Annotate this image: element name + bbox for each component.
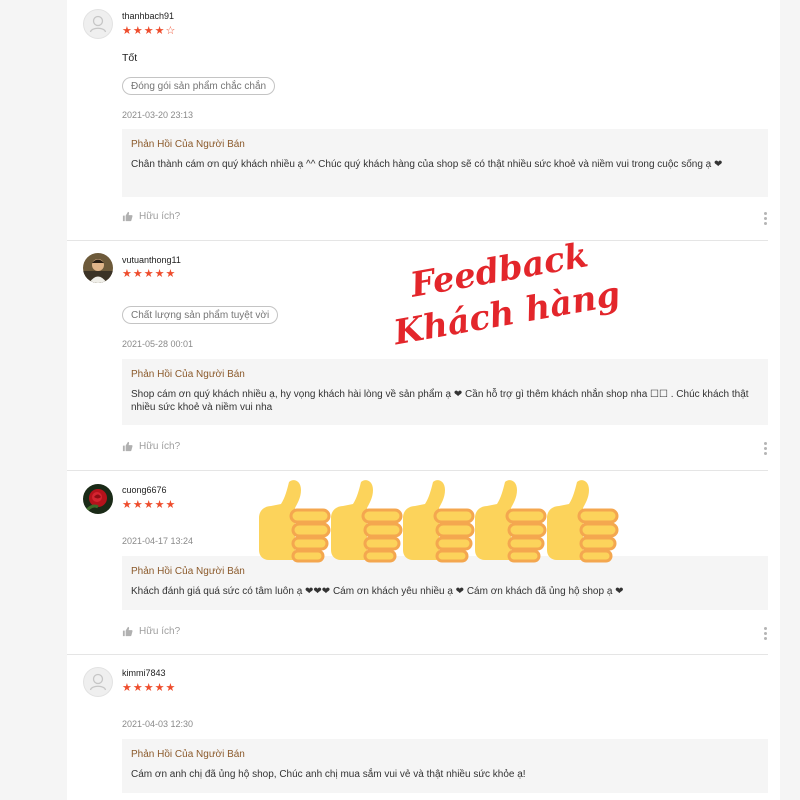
seller-reply-text: Chân thành cám ơn quý khách nhiều ạ ^^ C… — [131, 159, 723, 170]
thumbs-up-icon — [122, 441, 133, 452]
review-item: kimmi7843 ★★★★★ 2021-04-03 12:30 Phản Hồ… — [67, 654, 780, 800]
reviewer-username[interactable]: thanhbach91 — [122, 11, 174, 21]
review-timestamp: 2021-04-03 12:30 — [122, 719, 194, 729]
seller-reply: Phản Hồi Của Người Bán Chân thành cám ơn… — [122, 129, 768, 197]
helpful-label: Hữu ích? — [139, 441, 181, 452]
user-photo-icon — [83, 253, 113, 283]
default-user-icon — [83, 9, 113, 39]
thumbs-up-emoji-icon — [475, 480, 547, 563]
thumbs-up-icon — [122, 211, 133, 222]
review-item: thanhbach91 ★★★★☆ Tốt Đóng gói sản phẩm … — [67, 0, 780, 240]
seller-reply: Phản Hồi Của Người Bán Khách đánh giá qu… — [122, 556, 768, 610]
helpful-label: Hữu ích? — [139, 211, 181, 222]
review-tag: Đóng gói sản phẩm chắc chắn — [122, 77, 276, 95]
default-user-icon — [83, 667, 113, 697]
seller-reply-title: Phản Hồi Của Người Bán — [131, 139, 245, 150]
review-list: thanhbach91 ★★★★☆ Tốt Đóng gói sản phẩm … — [67, 0, 780, 800]
thumbs-up-icon — [122, 626, 133, 637]
seller-reply-title: Phản Hồi Của Người Bán — [131, 566, 245, 577]
avatar[interactable] — [83, 9, 113, 39]
reviewer-username[interactable]: kimmi7843 — [122, 668, 166, 678]
seller-reply-text: Cám ơn anh chị đã ủng hộ shop, Chúc anh … — [131, 769, 526, 780]
review-timestamp: 2021-04-17 13:24 — [122, 536, 194, 546]
helpful-button[interactable]: Hữu ích? — [122, 441, 180, 452]
thumbs-up-emoji-icon — [259, 480, 331, 563]
thumbs-up-emoji-icon — [403, 480, 475, 563]
rating-stars: ★★★★☆ — [122, 25, 177, 37]
seller-reply-text: Shop cám ơn quý khách nhiều ạ, hy vọng k… — [131, 389, 749, 413]
review-comment: Tốt — [122, 52, 138, 64]
seller-reply-text: Khách đánh giá quá sức có tâm luôn ạ ❤❤❤… — [131, 586, 624, 597]
thumbs-up-emoji-icon — [547, 480, 619, 563]
rating-stars: ★★★★★ — [122, 499, 177, 511]
rose-avatar-icon — [83, 484, 113, 514]
review-timestamp: 2021-05-28 00:01 — [122, 339, 194, 349]
thumbs-up-row — [255, 478, 625, 564]
more-options-icon[interactable] — [764, 627, 767, 642]
rating-stars: ★★★★★ — [122, 682, 177, 694]
more-options-icon[interactable] — [764, 212, 767, 227]
reviewer-username[interactable]: vutuanthong11 — [122, 255, 181, 265]
avatar[interactable] — [83, 667, 113, 697]
thumbs-up-emoji-icon — [331, 480, 403, 563]
rating-stars: ★★★★★ — [122, 268, 177, 280]
helpful-label: Hữu ích? — [139, 626, 181, 637]
helpful-button[interactable]: Hữu ích? — [122, 211, 180, 222]
avatar[interactable] — [83, 484, 113, 514]
seller-reply-title: Phản Hồi Của Người Bán — [131, 369, 245, 380]
review-tag: Chất lượng sản phẩm tuyệt vời — [122, 306, 279, 324]
review-timestamp: 2021-03-20 23:13 — [122, 110, 194, 120]
seller-reply: Phản Hồi Của Người Bán Cám ơn anh chị đã… — [122, 739, 768, 793]
reviewer-username[interactable]: cuong6676 — [122, 485, 167, 495]
helpful-button[interactable]: Hữu ích? — [122, 626, 180, 637]
avatar[interactable] — [83, 253, 113, 283]
seller-reply-title: Phản Hồi Của Người Bán — [131, 749, 245, 760]
more-options-icon[interactable] — [764, 442, 767, 457]
